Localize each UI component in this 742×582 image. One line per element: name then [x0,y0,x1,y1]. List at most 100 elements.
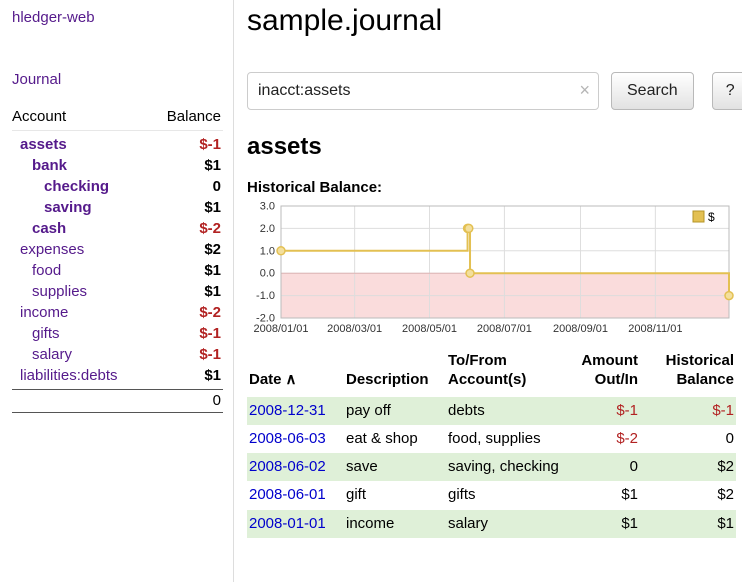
col-header-date[interactable]: Date∧ [247,352,344,397]
nav-journal-link[interactable]: Journal [12,71,223,88]
register-table: Date∧ Description To/From Account(s) Amo… [247,352,736,538]
transaction-balance: $-1 [640,397,736,425]
transaction-description: eat & shop [344,425,446,453]
register-rows: 2008-12-31pay offdebts$-1$-12008-06-03ea… [247,397,736,538]
transaction-date-cell: 2008-06-01 [247,481,344,509]
transaction-date-cell: 2008-06-02 [247,453,344,481]
register-row: 2008-12-31pay offdebts$-1$-1 [247,397,736,425]
transaction-accounts: gifts [446,481,570,509]
sidebar: hledger-web Journal Account Balance asse… [0,0,234,582]
account-balance: $1 [204,283,221,300]
account-balance: $-2 [199,220,221,237]
transaction-accounts: debts [446,397,570,425]
register-row: 2008-06-03 eat & shopfood, supplies$-20 [247,425,736,453]
transaction-description: income [344,510,446,538]
transaction-accounts: food, supplies [446,425,570,453]
transaction-date-link[interactable]: 2008-06-02 [249,458,326,475]
account-balance: $-1 [199,325,221,342]
svg-text:2008/03/01: 2008/03/01 [327,323,382,335]
svg-text:2008/05/01: 2008/05/01 [402,323,457,335]
accounts-header: Account Balance [12,108,223,131]
account-balance: $-1 [199,346,221,363]
register-row: 2008-01-01incomesalary$1$1 [247,510,736,538]
account-row: expenses$2 [12,239,223,260]
account-link[interactable]: assets [12,136,67,153]
account-row: salary $-1 [12,344,223,365]
transaction-date-cell: 2008-06-03 [247,425,344,453]
accounts-col-account-label: Account [12,108,66,125]
register-header-row: Date∧ Description To/From Account(s) Amo… [247,352,736,397]
account-row: liabilities:debts $1 [12,365,223,386]
accounts-panel: Account Balance assets $-1 bank $1 checking 0… [12,108,223,413]
register-row: 2008-06-01giftgifts$1$2 [247,481,736,509]
account-link[interactable]: cash [12,220,66,237]
account-balance: $1 [204,367,221,384]
account-link[interactable]: income [12,304,68,321]
transaction-amount: $1 [570,510,640,538]
account-balance: $1 [204,157,221,174]
historical-balance-chart: 3.02.01.00.0-1.0-2.02008/01/012008/03/01… [247,200,735,340]
clear-search-icon[interactable]: × [579,80,590,102]
account-link[interactable]: salary [12,346,72,363]
transaction-accounts: saving, checking [446,453,570,481]
account-balance: $1 [204,199,221,216]
account-link[interactable]: food [12,262,61,279]
account-balance: $-1 [199,136,221,153]
section-title: assets [247,133,742,161]
svg-text:2008/01/01: 2008/01/01 [253,323,308,335]
svg-text:0.0: 0.0 [260,268,275,280]
transaction-date-cell: 2008-12-31 [247,397,344,425]
transaction-date-link[interactable]: 2008-01-01 [249,515,326,532]
main-content: sample.journal × Search ? assets Histori… [234,0,742,582]
account-row: income $-2 [12,302,223,323]
app-title-link[interactable]: hledger-web [12,9,223,26]
account-link[interactable]: gifts [12,325,60,342]
transaction-amount: 0 [570,453,640,481]
transaction-balance: 0 [640,425,736,453]
account-link[interactable]: checking [12,178,109,195]
search-input[interactable] [247,72,599,110]
col-header-accounts: To/From Account(s) [446,352,570,397]
account-link[interactable]: saving [12,199,92,216]
svg-text:2008/11/01: 2008/11/01 [628,323,682,335]
transaction-amount: $-2 [570,425,640,453]
account-row: supplies $1 [12,281,223,302]
col-header-date-label: Date [249,371,282,388]
account-row: cash $-2 [12,218,223,239]
transaction-date-link[interactable]: 2008-12-31 [249,402,326,419]
account-link[interactable]: liabilities:debts [12,367,118,384]
search-form: × Search ? [247,72,742,110]
account-link[interactable]: expenses [12,241,84,258]
svg-text:2008/09/01: 2008/09/01 [553,323,608,335]
col-header-amount: Amount Out/In [570,352,640,397]
account-row: saving $1 [12,197,223,218]
hledger-web-app: hledger-web Journal Account Balance asse… [0,0,742,582]
transaction-accounts: salary [446,510,570,538]
account-link[interactable]: bank [12,157,67,174]
svg-text:2.0: 2.0 [260,223,275,235]
account-row: gifts $-1 [12,323,223,344]
transaction-date-link[interactable]: 2008-06-01 [249,486,326,503]
col-header-description: Description [344,352,446,397]
help-button[interactable]: ? [712,72,742,110]
accounts-col-balance-label: Balance [167,108,221,125]
account-row: food$1 [12,260,223,281]
svg-text:1.0: 1.0 [260,245,275,257]
col-header-balance: Historical Balance [640,352,736,397]
sort-ascending-icon: ∧ [286,371,297,388]
search-button[interactable]: Search [611,72,694,110]
transaction-date-link[interactable]: 2008-06-03 [249,430,326,447]
transaction-date-cell: 2008-01-01 [247,510,344,538]
account-link[interactable]: supplies [12,283,87,300]
svg-text:$: $ [708,210,715,224]
transaction-description: gift [344,481,446,509]
accounts-total-row: 0 [12,389,223,413]
chart-heading: Historical Balance: [247,179,742,196]
accounts-total-value: 0 [213,392,221,409]
transaction-description: save [344,453,446,481]
account-balance: $-2 [199,304,221,321]
transaction-balance: $2 [640,481,736,509]
account-row: bank $1 [12,155,223,176]
transaction-balance: $1 [640,510,736,538]
svg-text:2008/07/01: 2008/07/01 [477,323,532,335]
